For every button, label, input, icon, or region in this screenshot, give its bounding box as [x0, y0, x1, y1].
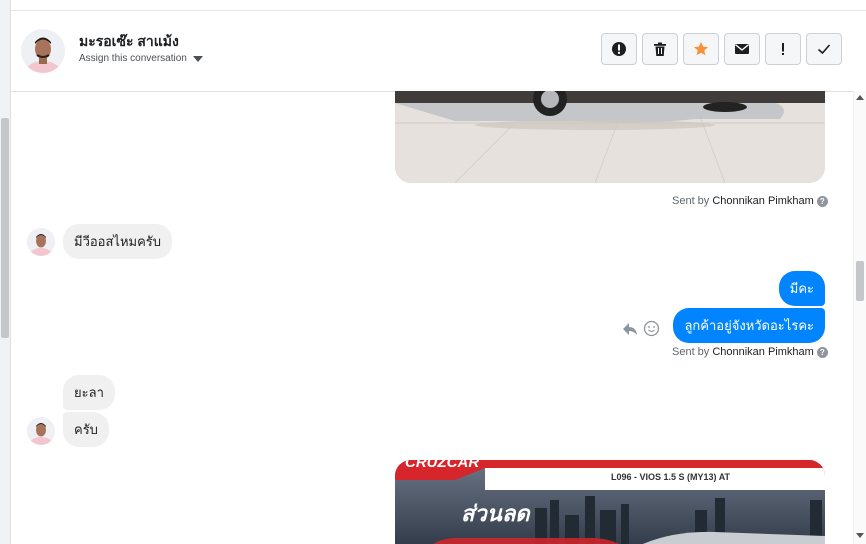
- ad-model-text: L096 - VIOS 1.5 S (MY13) AT: [611, 472, 731, 482]
- incoming-message[interactable]: ยะลา: [63, 375, 115, 410]
- reaction-smiley-icon[interactable]: [643, 320, 660, 337]
- contact-mini-avatar: [27, 417, 55, 445]
- outgoing-message[interactable]: มีคะ: [778, 271, 825, 306]
- mark-unread-button[interactable]: [724, 33, 760, 65]
- scroll-down-arrow-icon[interactable]: [856, 533, 864, 538]
- star-icon: [694, 42, 708, 56]
- sent-by-prefix: Sent by: [672, 195, 710, 207]
- contact-avatar[interactable]: [21, 29, 65, 73]
- reply-icon[interactable]: [621, 320, 639, 338]
- alert-circle-icon: [612, 42, 626, 56]
- mark-done-button[interactable]: [806, 33, 842, 65]
- assign-conversation-dropdown[interactable]: Assign this conversation: [79, 53, 203, 64]
- contact-mini-avatar: [27, 228, 55, 256]
- star-button[interactable]: [683, 33, 719, 65]
- mark-spam-button[interactable]: [601, 33, 637, 65]
- envelope-icon: [735, 44, 749, 54]
- left-panel-scrollbar[interactable]: [0, 0, 11, 544]
- incoming-message[interactable]: มีวีออสไหมครับ: [63, 224, 173, 259]
- car-ad-attachment[interactable]: CRUZCAR L096 - VIOS 1.5 S (MY13) AT ส่วน…: [395, 460, 825, 544]
- thread-scrollbar[interactable]: [853, 91, 866, 544]
- message-thread[interactable]: Sent by Chonnikan Pimkham ? มีวีออสไหมคร…: [11, 91, 854, 544]
- sent-by-name: Chonnikan Pimkham: [712, 195, 814, 207]
- ad-banner-text: CRUZCAR: [405, 460, 480, 471]
- assign-label: Assign this conversation: [79, 53, 187, 64]
- check-icon: [817, 44, 831, 55]
- contact-name: มะรอเซ๊ะ สาแม้ง: [79, 33, 179, 49]
- incoming-message[interactable]: ครับ: [63, 412, 109, 447]
- exclamation-icon: [782, 43, 784, 55]
- outgoing-message[interactable]: ลูกค้าอยู่จังหวัดอะไรคะ: [673, 308, 825, 343]
- follow-up-button[interactable]: [765, 33, 801, 65]
- conversation-header: มะรอเซ๊ะ สาแม้ง Assign this conversation: [11, 10, 866, 92]
- sent-by-prefix: Sent by: [672, 346, 710, 358]
- scrollbar-thumb[interactable]: [1, 118, 9, 338]
- car-photo-attachment[interactable]: [395, 91, 825, 183]
- sent-by-label: Sent by Chonnikan Pimkham ?: [672, 195, 828, 207]
- sent-by-label: Sent by Chonnikan Pimkham ?: [672, 346, 828, 358]
- delete-button[interactable]: [642, 33, 678, 65]
- caret-down-icon: [192, 55, 203, 62]
- scrollbar-thumb[interactable]: [856, 261, 864, 301]
- help-icon[interactable]: ?: [816, 195, 828, 207]
- trash-icon: [654, 42, 666, 56]
- help-icon[interactable]: ?: [816, 346, 828, 358]
- scroll-up-arrow-icon[interactable]: [856, 95, 864, 100]
- sent-by-name: Chonnikan Pimkham: [712, 346, 814, 358]
- conversation-actions: [601, 33, 842, 65]
- ad-promo-text: ส่วนลด: [461, 501, 530, 526]
